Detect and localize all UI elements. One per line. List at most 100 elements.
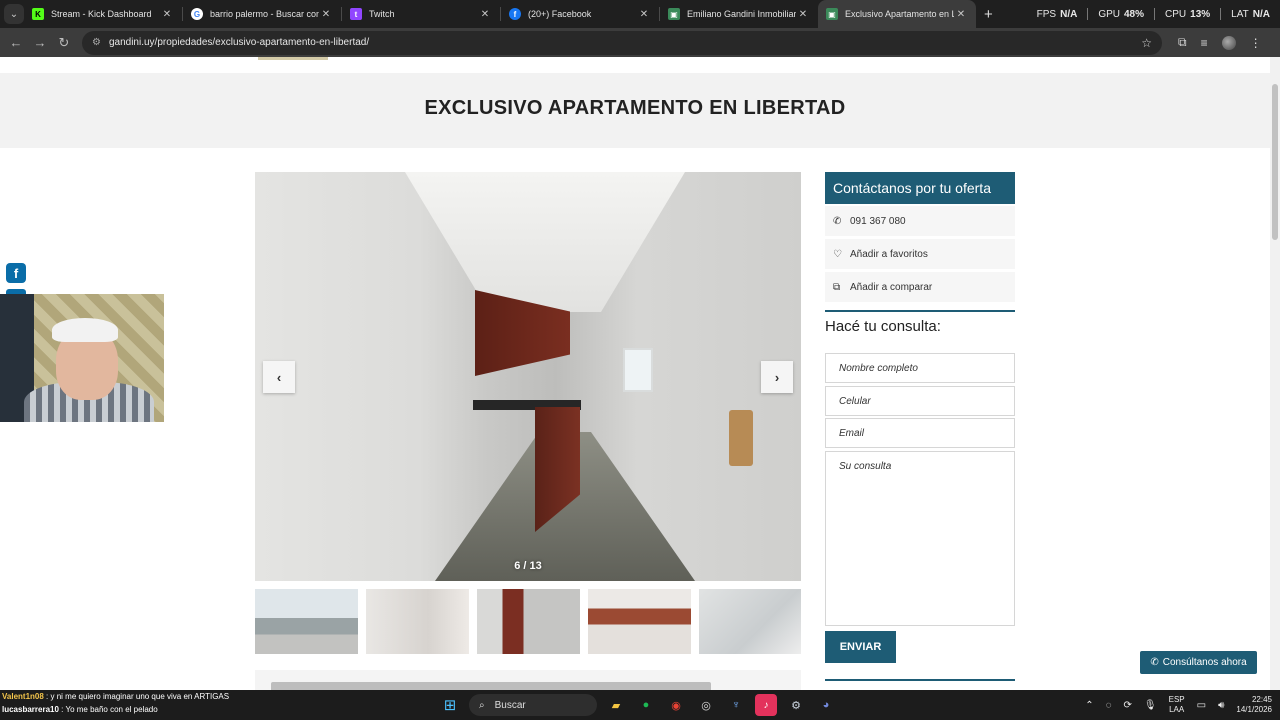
steam-icon[interactable]: ⚙ [785, 694, 807, 716]
menu-dots-icon[interactable]: ⋮ [1250, 36, 1262, 50]
gallery-thumbnail[interactable] [588, 589, 691, 654]
webcam-person-cap [52, 318, 118, 342]
back-icon[interactable]: ← [4, 35, 28, 50]
discord-icon[interactable]: ◕ [815, 694, 837, 716]
message-textarea[interactable]: Su consulta [825, 451, 1015, 626]
add-compare-link[interactable]: ⧉ Añadir a comparar [825, 272, 1015, 302]
facebook-share-icon[interactable]: f [6, 263, 26, 283]
extensions-icon[interactable]: ⧉ [1178, 35, 1187, 50]
close-icon[interactable]: ✕ [160, 9, 174, 20]
scrollbar-thumb[interactable] [1272, 84, 1278, 240]
gallery-thumbnail[interactable] [699, 589, 801, 654]
site-icon: ▣ [668, 8, 680, 20]
favorite-label: Añadir a favoritos [850, 248, 928, 260]
photo-gallery[interactable]: ‹ › 6 / 13 [255, 172, 801, 581]
close-icon[interactable]: ✕ [637, 9, 651, 20]
gallery-next-button[interactable]: › [761, 361, 793, 393]
file-explorer-icon[interactable]: ▰ [605, 694, 627, 716]
google-icon: G [191, 8, 203, 20]
email-field[interactable]: Email [825, 418, 1015, 448]
tab-search-button[interactable]: ⌄ [4, 4, 24, 24]
system-tray: ⌃ ◌ ⟳ 🎙︎ ESP LAA ▭ 🔊︎ 22:45 14/1/2026 [1085, 690, 1272, 720]
microphone-icon[interactable]: 🎙︎ [1144, 700, 1157, 711]
chat-username: Valent1n08 [2, 692, 44, 701]
tab-title: barrio palermo - Buscar con Go [210, 9, 319, 19]
url-input[interactable]: ⚙ gandini.uy/propiedades/exclusivo-apart… [82, 30, 1162, 55]
phone-icon: ✆ [833, 215, 842, 227]
clock-date: 14/1/2026 [1236, 705, 1272, 714]
lat-readout: LAT N/A [1231, 8, 1270, 20]
reading-list-icon[interactable]: ≡ [1201, 36, 1208, 50]
section-divider [825, 679, 1015, 681]
tab-apartamento[interactable]: ▣ Exclusivo Apartamento en Liber ✕ [818, 0, 976, 28]
twitch-icon: t [350, 8, 362, 20]
compare-label: Añadir a comparar [850, 281, 933, 293]
whatsapp-button[interactable]: ✆ Consúltanos ahora [1140, 651, 1257, 674]
page-title: EXCLUSIVO APARTAMENTO EN LIBERTAD [424, 97, 846, 119]
language-indicator[interactable]: ESP LAA [1169, 695, 1185, 715]
gallery-thumbnail[interactable] [477, 589, 580, 654]
stream-chat-overlay: Valent1n08 : y ni me quiero imaginar uno… [0, 690, 420, 720]
phone-field[interactable]: Celular [825, 386, 1015, 416]
app-icon[interactable]: ◎ [695, 694, 717, 716]
send-button[interactable]: ENVIAR [825, 631, 896, 663]
name-field[interactable]: Nombre completo [825, 353, 1015, 383]
new-tab-button[interactable]: + [984, 6, 993, 23]
tab-facebook[interactable]: f (20+) Facebook ✕ [501, 0, 659, 28]
sync-icon[interactable]: ⟳ [1124, 700, 1132, 711]
keyboard-layout: LAA [1169, 705, 1185, 714]
thumbnail-strip [255, 589, 801, 654]
whatsapp-icon: ✆ [1150, 657, 1159, 668]
phone-link[interactable]: ✆ 091 367 080 [825, 206, 1015, 236]
tray-app-icon[interactable]: ◌ [1106, 700, 1112, 711]
network-icon[interactable]: ▭ [1197, 700, 1206, 711]
app-icon[interactable]: ♆ [725, 694, 747, 716]
search-icon: ⌕ [479, 699, 485, 711]
tab-kick[interactable]: K Stream - Kick Dashboard ✕ [24, 0, 182, 28]
tab-google[interactable]: G barrio palermo - Buscar con Go ✕ [183, 0, 341, 28]
taskbar-search[interactable]: ⌕ Buscar [469, 694, 597, 716]
chrome-icon[interactable]: ◉ [665, 694, 687, 716]
forward-icon[interactable]: → [28, 35, 52, 50]
clock[interactable]: 22:45 14/1/2026 [1236, 695, 1272, 715]
copy-icon: ⧉ [833, 281, 841, 293]
tab-title: Twitch [369, 9, 395, 19]
tab-title: Exclusivo Apartamento en Liber [845, 9, 954, 19]
close-icon[interactable]: ✕ [796, 9, 810, 20]
photo-intercom [729, 410, 753, 466]
divider [1154, 8, 1156, 20]
tab-title: Emiliano Gandini Inmobiliaria - [687, 9, 796, 19]
description-box [255, 670, 801, 690]
search-label: Buscar [494, 699, 526, 711]
language-code: ESP [1168, 695, 1185, 704]
site-logo[interactable] [258, 57, 328, 60]
toolbar-actions: ⧉ ≡ ⋮ [1178, 35, 1262, 50]
tab-gandini-home[interactable]: ▣ Emiliano Gandini Inmobiliaria - ✕ [660, 0, 818, 28]
gallery-thumbnail[interactable] [255, 589, 358, 654]
close-icon[interactable]: ✕ [954, 9, 968, 20]
chat-message: lucasbarrera10 : Yo me baño con el pelad… [2, 703, 420, 716]
site-info-icon[interactable]: ⚙ [92, 37, 101, 48]
profile-avatar-icon[interactable] [1221, 35, 1236, 50]
gallery-prev-button[interactable]: ‹ [263, 361, 295, 393]
chat-username: lucasbarrera10 [2, 705, 59, 714]
phone-number: 091 367 080 [850, 215, 906, 227]
gallery-thumbnail[interactable] [366, 589, 469, 654]
tab-twitch[interactable]: t Twitch ✕ [342, 0, 500, 28]
volume-icon[interactable]: 🔊︎ [1218, 700, 1224, 711]
add-favorite-link[interactable]: ♡ Añadir a favoritos [825, 239, 1015, 269]
spotify-icon[interactable]: ● [635, 694, 657, 716]
chat-text: : Yo me baño con el pelado [61, 705, 158, 714]
close-icon[interactable]: ✕ [319, 9, 333, 20]
windows-start-icon[interactable]: ⊞ [439, 694, 461, 716]
chevron-up-icon[interactable]: ⌃ [1085, 700, 1093, 711]
gallery-counter: 6 / 13 [514, 560, 542, 572]
tab-title: (20+) Facebook [528, 9, 592, 19]
gpu-readout: GPU 48% [1098, 8, 1145, 20]
reload-icon[interactable]: ↻ [52, 35, 76, 51]
tiktok-icon[interactable]: ♪ [755, 694, 777, 716]
close-icon[interactable]: ✕ [478, 9, 492, 20]
clock-time: 22:45 [1251, 695, 1272, 704]
divider [1087, 8, 1089, 20]
bookmark-star-icon[interactable]: ☆ [1141, 36, 1152, 50]
